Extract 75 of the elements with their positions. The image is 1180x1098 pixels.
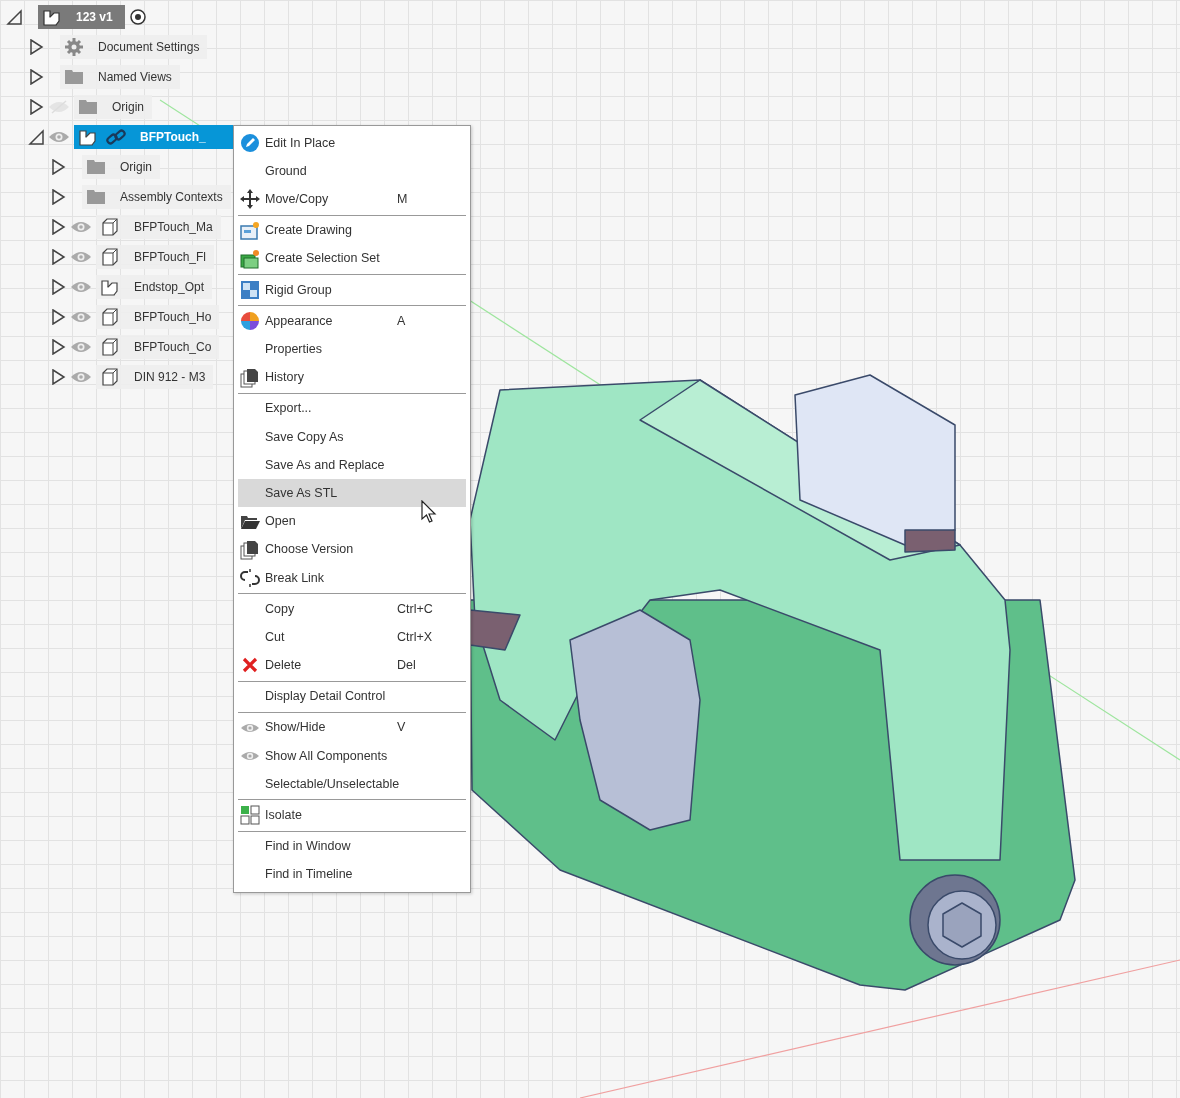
drawing-sheet-icon xyxy=(239,220,261,241)
menu-item[interactable]: Show All Components xyxy=(238,741,466,771)
broken-chain-icon xyxy=(239,567,261,588)
menu-item[interactable]: Properties xyxy=(238,335,466,364)
cube-icon xyxy=(100,307,120,327)
menu-item[interactable]: Copy Ctrl+C xyxy=(238,595,466,624)
expand-arrow-icon[interactable] xyxy=(50,189,66,205)
menu-item[interactable]: History xyxy=(238,363,466,392)
cube-icon xyxy=(100,217,120,237)
tree-item[interactable]: Assembly Contexts xyxy=(82,185,231,209)
expand-arrow-icon[interactable] xyxy=(50,159,66,175)
tree-item[interactable]: BFPTouch_Co xyxy=(96,335,220,359)
collapse-arrow-icon[interactable] xyxy=(6,9,22,25)
menu-item[interactable]: Cut Ctrl+X xyxy=(238,623,466,652)
menu-item[interactable]: Appearance A xyxy=(238,307,466,336)
component-icon xyxy=(78,127,98,147)
menu-item[interactable]: Save As and Replace xyxy=(238,451,466,480)
menu-item[interactable]: Save As STL xyxy=(238,479,466,508)
menu-item[interactable]: Find in Window xyxy=(238,832,466,861)
cube-icon xyxy=(100,247,120,267)
folder-icon xyxy=(64,67,84,87)
mouse-pointer-icon xyxy=(421,500,437,524)
menu-item[interactable]: Show/Hide V xyxy=(238,713,466,742)
component-icon xyxy=(42,7,62,27)
selection-set-icon xyxy=(239,248,261,269)
folder-icon xyxy=(86,157,106,177)
menu-item[interactable]: Export... xyxy=(238,394,466,423)
expand-arrow-icon[interactable] xyxy=(28,69,44,85)
collapse-arrow-icon[interactable] xyxy=(28,129,44,145)
component-icon xyxy=(100,277,120,297)
tree-item[interactable]: Origin xyxy=(74,95,152,119)
menu-item[interactable]: Break Link xyxy=(238,563,466,592)
menu-item[interactable]: Save Copy As xyxy=(238,422,466,452)
menu-item[interactable]: Ground xyxy=(238,157,466,186)
tree-item[interactable]: BFPTouch_Ho xyxy=(96,305,220,329)
menu-item[interactable]: Open xyxy=(238,507,466,536)
tree-item[interactable]: 123 v1 xyxy=(38,5,125,29)
menu-item[interactable]: Selectable/Unselectable xyxy=(238,770,466,799)
menu-item[interactable]: Display Detail Control xyxy=(238,682,466,711)
move-arrows-icon xyxy=(239,189,261,210)
menu-item[interactable]: Rigid Group xyxy=(238,275,466,305)
expand-arrow-icon[interactable] xyxy=(50,309,66,325)
tree-item[interactable]: Named Views xyxy=(60,65,180,89)
expand-arrow-icon[interactable] xyxy=(28,99,44,115)
expand-arrow-icon[interactable] xyxy=(50,279,66,295)
target-icon[interactable] xyxy=(128,8,147,26)
stacked-pages-icon xyxy=(239,367,261,388)
expand-arrow-icon[interactable] xyxy=(28,39,44,55)
menu-item[interactable]: Create Selection Set xyxy=(238,244,466,273)
tree-item[interactable]: DIN 912 - M3 xyxy=(96,365,214,389)
tree-item[interactable]: BFPTouch_Ma xyxy=(96,215,221,239)
expand-arrow-icon[interactable] xyxy=(50,339,66,355)
tree-item[interactable]: BFPTouch_Fl xyxy=(96,245,215,269)
folder-icon xyxy=(78,97,98,117)
tree-item[interactable]: Document Settings xyxy=(60,35,208,59)
menu-item[interactable]: Create Drawing xyxy=(238,216,466,245)
edit-in-place-icon xyxy=(239,133,261,154)
color-wheel-icon xyxy=(239,311,261,332)
tree-item[interactable]: Origin xyxy=(82,155,160,179)
folder-icon xyxy=(86,187,106,207)
menu-item[interactable]: Delete Del xyxy=(238,651,466,680)
menu-item[interactable]: Isolate xyxy=(238,801,466,830)
menu-item[interactable]: Choose Version xyxy=(238,535,466,564)
tree-item[interactable]: Endstop_Opt xyxy=(96,275,213,299)
expand-arrow-icon[interactable] xyxy=(50,249,66,265)
expand-arrow-icon[interactable] xyxy=(50,369,66,385)
isolate-grid-icon xyxy=(239,805,261,826)
cube-icon xyxy=(100,367,120,387)
cube-icon xyxy=(100,337,120,357)
gear-icon xyxy=(64,37,84,57)
rigid-group-icon xyxy=(239,280,261,301)
menu-item[interactable]: Find in Timeline xyxy=(238,860,466,889)
stacked-pages-icon xyxy=(239,539,261,560)
menu-item[interactable]: Move/Copy M xyxy=(238,185,466,214)
expand-arrow-icon[interactable] xyxy=(50,219,66,235)
